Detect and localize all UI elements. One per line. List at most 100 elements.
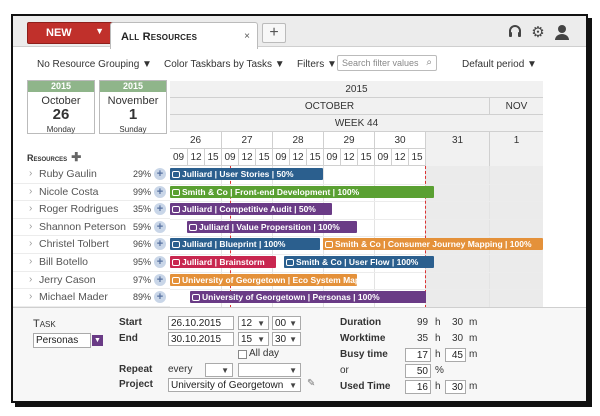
period-dropdown[interactable]: Default period ▼ <box>462 59 537 70</box>
resource-row[interactable]: › Jerry Cason 97% + <box>13 272 170 290</box>
resource-row[interactable]: › Christel Tolbert 96% + <box>13 236 170 254</box>
plus-icon[interactable]: + <box>154 273 166 286</box>
repeat-interval-select[interactable]: ▼ <box>205 363 233 377</box>
resource-name: Christel Tolbert <box>39 238 109 251</box>
tab-all-resources[interactable]: All Resources × <box>110 22 258 49</box>
plus-icon[interactable]: + <box>154 256 166 268</box>
filter-toolbar: No Resource Grouping ▼ Color Taskbars by… <box>13 47 586 77</box>
resource-row[interactable]: › Michael Mader 89% + <box>13 289 170 307</box>
task-type-select[interactable]: Personas <box>33 333 91 348</box>
chevron-right-icon[interactable]: › <box>29 186 32 197</box>
end-date-card[interactable]: 2015 November 1 Sunday <box>99 80 167 134</box>
week-row: WEEK 44 <box>170 115 543 132</box>
month-row: OCTOBER NOV <box>170 98 543 115</box>
filters-dropdown[interactable]: Filters ▼ <box>297 59 337 70</box>
chevron-right-icon[interactable]: › <box>29 203 32 214</box>
hour-cell: 15 <box>357 149 374 166</box>
plus-icon[interactable]: + <box>154 220 166 233</box>
day-cell: 26 <box>189 135 202 146</box>
chevron-down-icon: ▼ <box>257 319 265 328</box>
used-hours-input[interactable]: 16 <box>405 380 431 394</box>
search-placeholder: Search filter values <box>342 58 419 68</box>
add-resource-icon[interactable]: ✚ <box>71 150 81 164</box>
end-minute-select[interactable]: 30 ▼ <box>272 332 301 346</box>
start-date-card[interactable]: 2015 October 26 Monday <box>27 80 95 134</box>
day-cell: 28 <box>272 132 323 149</box>
chevron-right-icon[interactable]: › <box>29 256 32 267</box>
close-tab-icon[interactable]: × <box>244 31 250 42</box>
search-input[interactable]: Search filter values ⌕ <box>337 55 437 71</box>
row-line <box>170 271 543 273</box>
gear-icon[interactable]: ⚙ <box>529 24 547 42</box>
used-minutes-input[interactable]: 30 <box>445 380 466 394</box>
task-bar[interactable]: Julliard | Value Propersition | 100% <box>187 221 357 233</box>
hour-cell: 12 <box>391 149 408 166</box>
resource-row[interactable]: › Bill Botello 95% + <box>13 254 170 272</box>
timeline-header: 2015 OCTOBER NOV WEEK 44 26 27 28 29 30 … <box>170 81 543 166</box>
task-bar[interactable]: University of Georgetown | Eco System Ma… <box>170 274 357 286</box>
timeline-body[interactable]: Julliard | User Stories | 50% Smith & Co… <box>170 166 543 308</box>
hour-cell: 15 <box>255 149 272 166</box>
resource-pct: 99% <box>133 186 152 197</box>
task-bar[interactable]: University of Georgetown | Personas | 10… <box>190 291 426 303</box>
start-date-input[interactable]: 26.10.2015 <box>168 316 234 330</box>
task-bar[interactable]: Julliard | Blueprint | 100% <box>170 238 320 250</box>
task-bar[interactable]: Julliard | Competitive Audit | 50% <box>170 203 332 215</box>
plus-icon[interactable]: + <box>154 185 166 198</box>
plus-icon[interactable]: + <box>154 168 166 180</box>
resource-name: Nicole Costa <box>39 185 99 198</box>
hour-cell: 09 <box>323 149 340 166</box>
hour-cell-weekend <box>425 149 489 166</box>
new-button[interactable]: NEW ▼ <box>27 22 117 44</box>
task-bar[interactable]: Smith & Co | User Flow | 100% <box>284 256 434 268</box>
resource-row[interactable]: › Shannon Peterson 59% + <box>13 219 170 237</box>
repeat-unit-select[interactable]: ▼ <box>238 363 301 377</box>
end-year: 2015 <box>100 81 166 92</box>
resource-pct: 35% <box>133 204 152 215</box>
allday-checkbox[interactable] <box>238 350 247 359</box>
color-swatch[interactable]: ▼ <box>92 335 103 346</box>
busy-minutes-input[interactable]: 45 <box>445 348 466 362</box>
resource-pct: 95% <box>133 257 152 267</box>
project-select[interactable]: University of Georgetown ▼ <box>168 378 301 392</box>
task-bar[interactable]: Smith & Co | Front-end Development | 100… <box>170 186 434 198</box>
task-bar-label: University of Georgetown | Eco System Ma… <box>182 275 357 285</box>
resource-row[interactable]: › Nicole Costa 99% + <box>13 184 170 202</box>
support-icon[interactable] <box>506 24 524 42</box>
plus-icon[interactable]: + <box>154 291 166 304</box>
end-hour-select[interactable]: 15 ▼ <box>238 332 269 346</box>
task-bar-label: Julliard | Value Propersition | 100% <box>199 222 340 232</box>
hour-cell: 15 <box>408 149 425 166</box>
chevron-right-icon[interactable]: › <box>29 221 32 232</box>
chevron-right-icon[interactable]: › <box>29 238 32 249</box>
user-icon[interactable] <box>553 24 571 42</box>
busy-percent-input[interactable]: 50 <box>405 364 431 378</box>
task-bar[interactable]: Smith & Co | Consumer Journey Mapping | … <box>323 238 543 250</box>
add-tab-button[interactable]: + <box>262 23 286 43</box>
plus-icon[interactable]: + <box>154 238 166 251</box>
pencil-icon[interactable]: ✎ <box>307 378 315 389</box>
month-october: OCTOBER <box>304 101 355 112</box>
colorbars-dropdown[interactable]: Color Taskbars by Tasks ▼ <box>164 59 285 70</box>
resource-row[interactable]: › Ruby Gaulin 29% + <box>13 166 170 184</box>
start-minute-select[interactable]: 00 ▼ <box>272 316 301 330</box>
grouping-dropdown[interactable]: No Resource Grouping ▼ <box>37 59 152 70</box>
start-hour-select[interactable]: 12 ▼ <box>238 316 269 330</box>
comment-icon <box>172 277 180 284</box>
resource-pct: 59% <box>133 221 152 232</box>
hour-cell: 12 <box>187 149 204 166</box>
chevron-right-icon[interactable]: › <box>29 168 32 179</box>
busy-hours-input[interactable]: 17 <box>405 348 431 362</box>
end-date-input[interactable]: 30.10.2015 <box>168 332 234 346</box>
chevron-right-icon[interactable]: › <box>29 291 32 302</box>
row-line <box>170 254 543 255</box>
comment-icon <box>172 241 180 248</box>
project-value: University of Georgetown <box>171 380 284 391</box>
chevron-right-icon[interactable]: › <box>29 274 32 285</box>
task-bar[interactable]: Julliard | Brainstorm <box>170 256 276 268</box>
task-bar[interactable]: Julliard | User Stories | 50% <box>170 168 323 180</box>
resource-row[interactable]: › Roger Rodrigues 35% + <box>13 201 170 219</box>
plus-icon[interactable]: + <box>154 203 166 216</box>
row-line <box>170 218 543 220</box>
start-weekday: Monday <box>46 125 76 134</box>
